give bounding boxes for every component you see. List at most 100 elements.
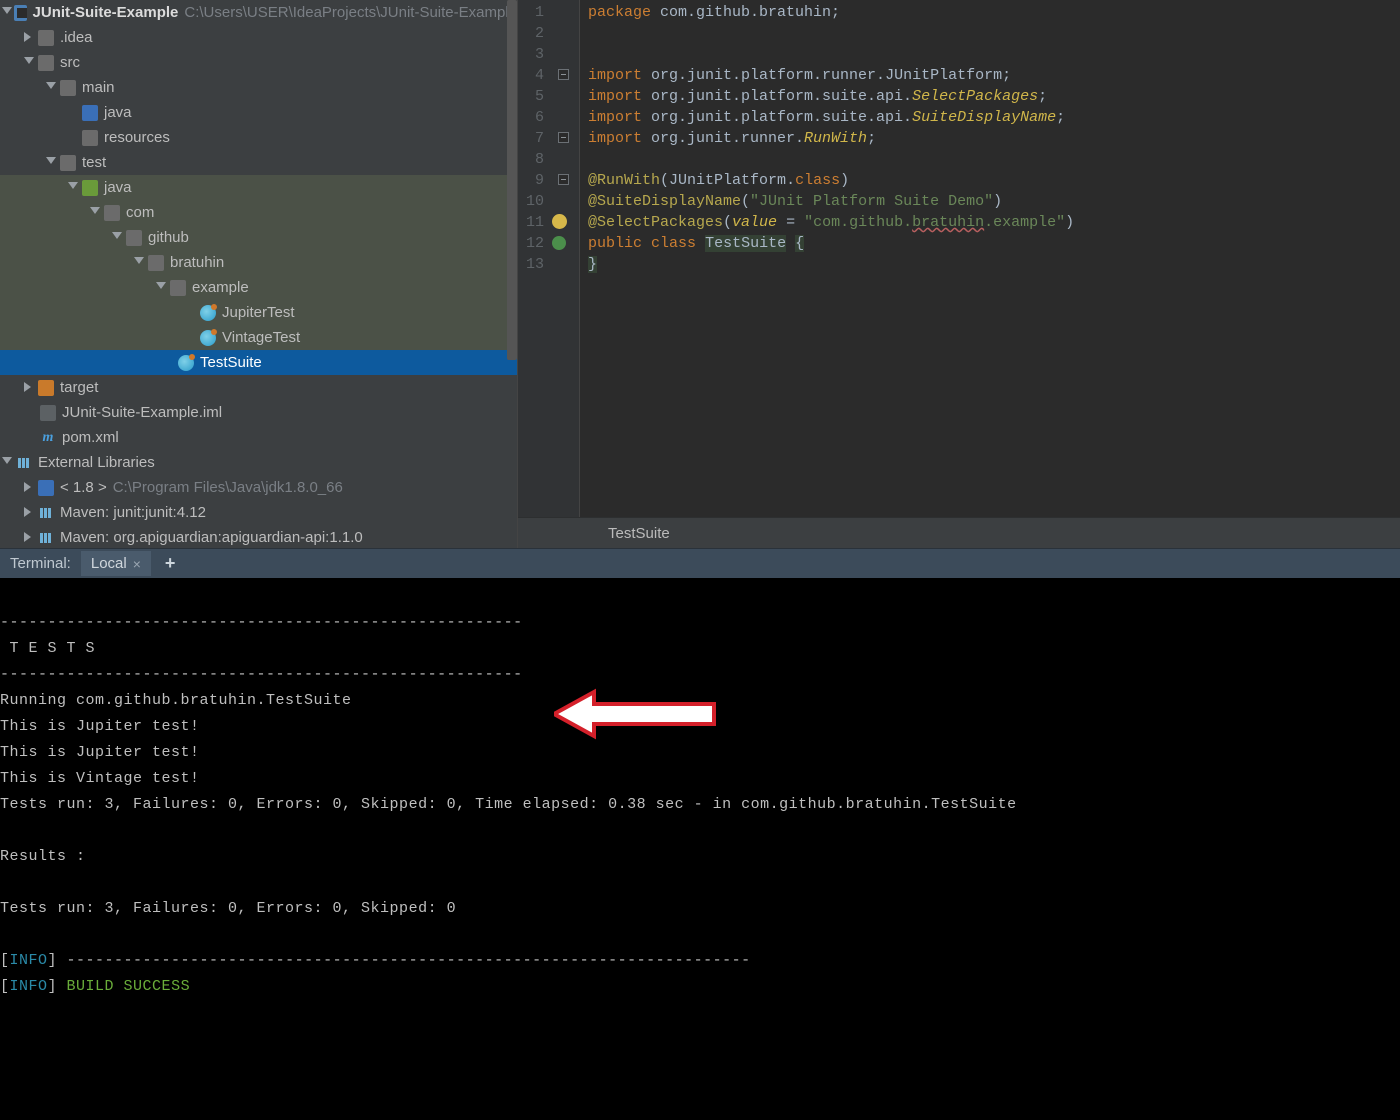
code-text: ; [1056,109,1065,126]
jdk-icon [38,480,54,496]
code-text: ; [867,130,876,147]
line-number-gutter: 1 2 3 4 5 6 7 8 9 10 11 12 13 [518,0,550,517]
project-tree-panel[interactable]: JUnit-Suite-Example C:\Users\USER\IdeaPr… [0,0,517,548]
tree-item-test[interactable]: test [0,150,517,175]
tree-item-target[interactable]: target [0,375,517,400]
tree-item-example[interactable]: example [0,275,517,300]
class-name: RunWith [804,130,867,147]
line-number: 8 [518,149,544,170]
tree-label: JupiterTest [222,304,295,321]
tree-item-main-resources[interactable]: resources [0,125,517,150]
tree-item-vintage-test[interactable]: VintageTest [0,325,517,350]
library-icon [38,505,54,521]
breadcrumb[interactable]: TestSuite [518,517,1400,548]
add-terminal-button[interactable]: + [151,553,190,574]
folder-icon [60,155,76,171]
fold-icon[interactable] [558,132,569,143]
tree-label: github [148,229,189,246]
terminal-line: Results : [0,848,86,865]
param-name: value [732,214,777,231]
chevron-down-icon[interactable] [112,232,124,244]
chevron-right-icon[interactable] [24,507,36,519]
breadcrumb-item[interactable]: TestSuite [608,525,670,542]
jdk-path: C:\Program Files\Java\jdk1.8.0_66 [113,479,343,496]
string-literal: .example" [984,214,1065,231]
terminal-tab-local[interactable]: Local × [81,551,151,576]
tree-item-jdk[interactable]: < 1.8 > C:\Program Files\Java\jdk1.8.0_6… [0,475,517,500]
keyword: import [588,109,642,126]
tree-item-bratuhin[interactable]: bratuhin [0,250,517,275]
chevron-down-icon[interactable] [2,457,14,469]
class-name: SelectPackages [912,88,1038,105]
project-path: C:\Users\USER\IdeaProjects\JUnit-Suite-E… [184,4,517,21]
fold-icon[interactable] [558,174,569,185]
tree-item-com[interactable]: com [0,200,517,225]
resources-folder-icon [82,130,98,146]
line-number: 1 [518,2,544,23]
tree-item-pom[interactable]: m pom.xml [0,425,517,450]
code-text: ; [1038,88,1047,105]
tree-label: java [104,104,132,121]
code-editor[interactable]: 1 2 3 4 5 6 7 8 9 10 11 12 13 [517,0,1400,548]
chevron-down-icon[interactable] [134,257,146,269]
chevron-down-icon[interactable] [24,57,36,69]
tree-item-main[interactable]: main [0,75,517,100]
line-number: 5 [518,86,544,107]
info-tag: INFO [10,952,48,969]
tree-label: pom.xml [62,429,119,446]
chevron-down-icon[interactable] [156,282,168,294]
code-text: ) [840,172,849,189]
module-icon [14,5,27,21]
tree-label: com [126,204,154,221]
intention-bulb-icon[interactable] [552,214,567,229]
chevron-down-icon[interactable] [68,182,80,194]
code-text: org.junit.platform.suite.api. [642,109,912,126]
tree-item-github[interactable]: github [0,225,517,250]
package-icon [126,230,142,246]
tree-scrollbar[interactable] [507,0,517,360]
fold-icon[interactable] [558,69,569,80]
line-number: 2 [518,23,544,44]
tree-item-external-libraries[interactable]: External Libraries [0,450,517,475]
chevron-right-icon[interactable] [24,532,36,544]
chevron-right-icon[interactable] [24,382,36,394]
tree-item-mvn-apiguardian[interactable]: Maven: org.apiguardian:apiguardian-api:1… [0,525,517,548]
line-number: 12 [518,233,544,254]
code-text: ) [993,193,1002,210]
annotation: @SuiteDisplayName [588,193,741,210]
chevron-down-icon[interactable] [90,207,102,219]
terminal-output[interactable]: ----------------------------------------… [0,578,1400,1120]
tree-label: test [82,154,106,171]
chevron-down-icon[interactable] [46,82,58,94]
code-text: ) [1065,214,1074,231]
tree-item-src[interactable]: src [0,50,517,75]
terminal-label: Terminal: [0,555,81,572]
tree-item-idea[interactable]: .idea [0,25,517,50]
terminal-line: Tests run: 3, Failures: 0, Errors: 0, Sk… [0,900,456,917]
package-icon [148,255,164,271]
tree-item-test-java[interactable]: java [0,175,517,200]
chevron-right-icon[interactable] [24,482,36,494]
terminal-tab-label: Local [91,555,127,572]
tree-item-main-java[interactable]: java [0,100,517,125]
vcs-change-icon[interactable] [552,236,566,250]
code-content[interactable]: package com.github.bratuhin; import org.… [580,0,1074,517]
code-text: org.junit.platform.runner. [642,67,885,84]
tree-item-jupiter-test[interactable]: JupiterTest [0,300,517,325]
tree-label: Maven: junit:junit:4.12 [60,504,206,521]
package-icon [170,280,186,296]
chevron-down-icon[interactable] [2,7,12,19]
tree-label: External Libraries [38,454,155,471]
tree-item-mvn-junit[interactable]: Maven: junit:junit:4.12 [0,500,517,525]
line-number: 4 [518,65,544,86]
chevron-down-icon[interactable] [46,157,58,169]
line-number: 11 [518,212,544,233]
chevron-right-icon[interactable] [24,32,36,44]
class-name: JUnitPlatform [669,172,786,189]
tree-item-iml[interactable]: JUnit-Suite-Example.iml [0,400,517,425]
keyword: package [588,4,651,21]
tree-item-test-suite[interactable]: TestSuite [0,350,517,375]
terminal-line: Tests run: 3, Failures: 0, Errors: 0, Sk… [0,796,1017,813]
close-icon[interactable]: × [133,556,141,572]
tree-project-root[interactable]: JUnit-Suite-Example C:\Users\USER\IdeaPr… [0,0,517,25]
